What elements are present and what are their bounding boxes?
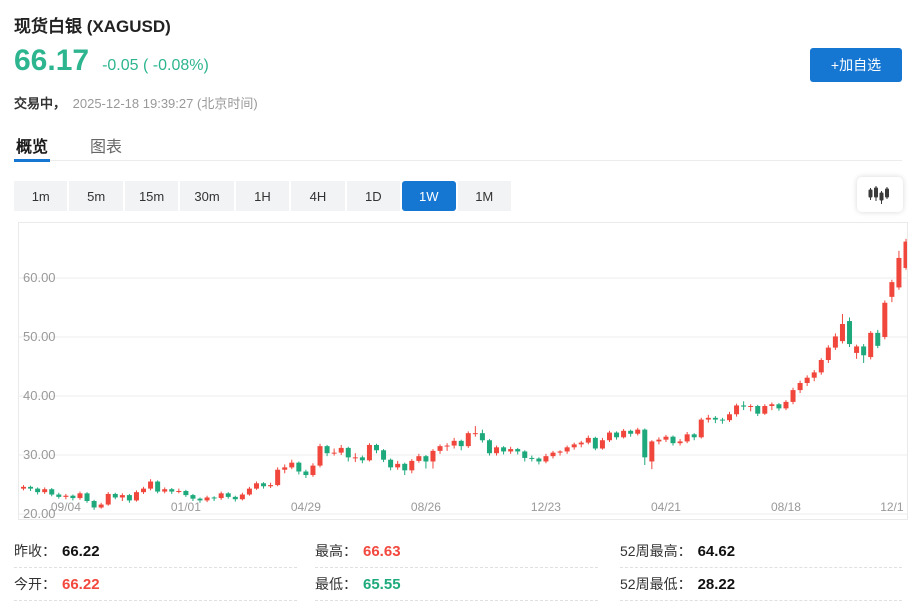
svg-text:12/23: 12/23 — [531, 500, 561, 514]
range-button-5m[interactable]: 5m — [69, 181, 122, 211]
stats-column-1: 昨收： 66.22 今开： 66.22 — [14, 535, 297, 601]
candlestick-chart-icon — [868, 185, 892, 205]
quote-timestamp: 2025-12-18 19:39:27 — [73, 96, 194, 111]
stat-open: 今开： 66.22 — [14, 568, 297, 601]
stat-52w-high-label: 52周最高： — [620, 541, 692, 561]
svg-text:08/18: 08/18 — [771, 500, 801, 514]
range-button-1d[interactable]: 1D — [347, 181, 400, 211]
svg-text:60.00: 60.00 — [23, 270, 56, 285]
candlestick-chart: 60.0050.0040.0030.0020.0009/0401/0104/29… — [19, 223, 907, 519]
stat-52w-low-label: 52周最低： — [620, 574, 692, 594]
stat-high-value: 66.63 — [363, 543, 401, 560]
instrument-title: 现货白银 (XAGUSD) — [14, 12, 171, 37]
svg-text:09/04: 09/04 — [51, 500, 81, 514]
stat-52w-high: 52周最高： 64.62 — [620, 535, 902, 568]
svg-text:01/01: 01/01 — [171, 500, 201, 514]
stat-52w-low: 52周最低： 28.22 — [620, 568, 902, 601]
tab-overview[interactable]: 概览 — [14, 129, 50, 160]
tabs-bar: 概览 图表 — [14, 129, 902, 161]
range-button-1h[interactable]: 1H — [236, 181, 289, 211]
stat-low: 最低： 65.55 — [315, 568, 598, 601]
stats-column-2: 最高： 66.63 最低： 65.55 — [315, 535, 598, 601]
chart-type-button[interactable] — [857, 177, 903, 212]
timezone-note: (北京时间) — [197, 96, 258, 111]
stat-prev-close-label: 昨收： — [14, 541, 56, 561]
trading-status: 交易中， — [14, 96, 66, 111]
stat-low-label: 最低： — [315, 574, 357, 594]
svg-text:50.00: 50.00 — [23, 329, 56, 344]
trading-status-row: 交易中， 2025-12-18 19:39:27 (北京时间) — [14, 93, 258, 112]
svg-text:04/21: 04/21 — [651, 500, 681, 514]
price-chart[interactable]: 60.0050.0040.0030.0020.0009/0401/0104/29… — [18, 222, 908, 520]
stat-high: 最高： 66.63 — [315, 535, 598, 568]
stat-open-value: 66.22 — [62, 576, 100, 593]
range-button-1m[interactable]: 1m — [14, 181, 67, 211]
range-button-4h[interactable]: 4H — [291, 181, 344, 211]
price-row: 66.17 -0.05 ( -0.08%) — [14, 44, 209, 78]
stat-52w-high-value: 64.62 — [698, 543, 736, 560]
range-button-1M[interactable]: 1M — [458, 181, 511, 211]
stat-prev-close-value: 66.22 — [62, 543, 100, 560]
stats-column-3: 52周最高： 64.62 52周最低： 28.22 — [620, 535, 902, 601]
svg-text:04/29: 04/29 — [291, 500, 321, 514]
quote-stats: 昨收： 66.22 今开： 66.22 最高： 66.63 最低： 65.55 … — [14, 535, 902, 601]
stat-open-label: 今开： — [14, 574, 56, 594]
current-price: 66.17 — [14, 44, 89, 78]
stat-high-label: 最高： — [315, 541, 357, 561]
range-button-30m[interactable]: 30m — [180, 181, 233, 211]
add-watchlist-button[interactable]: +加自选 — [810, 48, 902, 82]
svg-text:30.00: 30.00 — [23, 447, 56, 462]
stat-low-value: 65.55 — [363, 576, 401, 593]
stat-52w-low-value: 28.22 — [698, 576, 736, 593]
stat-prev-close: 昨收： 66.22 — [14, 535, 297, 568]
price-change: -0.05 ( -0.08%) — [102, 57, 209, 75]
svg-text:40.00: 40.00 — [23, 388, 56, 403]
tab-chart[interactable]: 图表 — [88, 129, 124, 160]
svg-text:12/1: 12/1 — [880, 500, 904, 514]
range-button-1w[interactable]: 1W — [402, 181, 455, 211]
svg-text:08/26: 08/26 — [411, 500, 441, 514]
timeframe-bar: 1m 5m 15m 30m 1H 4H 1D 1W 1M — [14, 181, 511, 211]
range-button-15m[interactable]: 15m — [125, 181, 178, 211]
